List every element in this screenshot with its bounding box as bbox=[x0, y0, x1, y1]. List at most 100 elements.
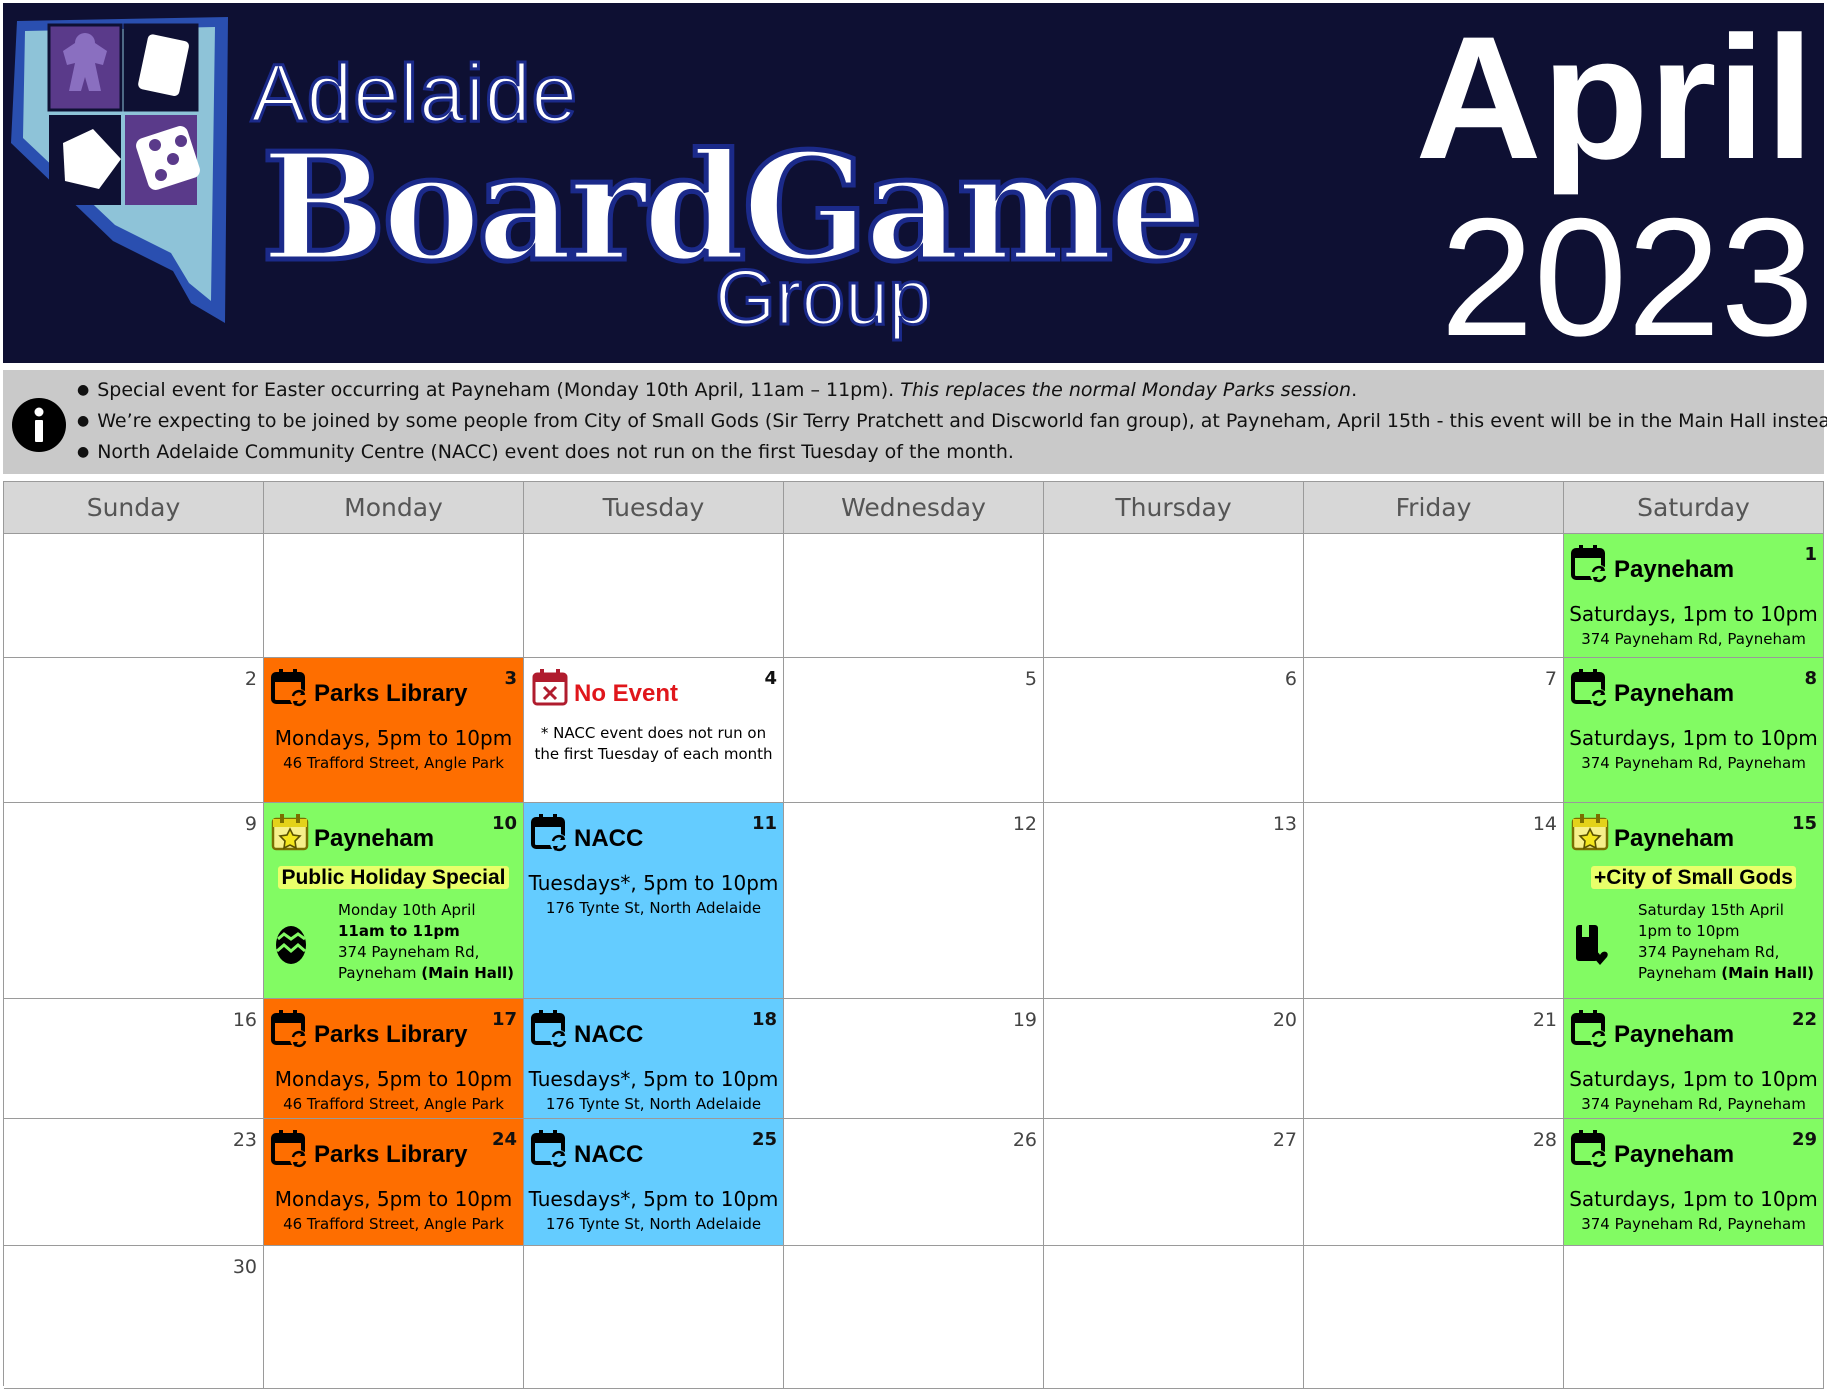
event-time: Saturdays, 1pm to 10pm bbox=[1569, 1067, 1818, 1091]
event-address: 176 Tynte St, North Adelaide bbox=[545, 1215, 762, 1233]
day-number: 27 bbox=[1272, 1129, 1297, 1151]
day-cell-8[interactable]: 8 Payneham Saturdays, 1pm to 10pm 374 Payne… bbox=[1564, 658, 1824, 803]
notice-item: We’re expecting to be joined by some peo… bbox=[77, 407, 1827, 438]
calendar-recurring-icon bbox=[530, 1129, 570, 1173]
day-cell-17[interactable]: 17 Parks Library Mondays, 5pm to 10pm 46 Tr… bbox=[264, 999, 524, 1119]
day-cell-27[interactable]: 27 bbox=[1044, 1119, 1304, 1246]
day-number: 4 bbox=[764, 668, 777, 689]
day-cell-11[interactable]: 11 NACC Tuesdays*, 5pm to 10pm 176 Tynte St… bbox=[524, 803, 784, 999]
day-cell-25[interactable]: 25 NACC Tuesdays*, 5pm to 10pm 176 Tynte St… bbox=[524, 1119, 784, 1246]
calendar-recurring-icon bbox=[270, 1129, 310, 1173]
day-number: 26 bbox=[1012, 1129, 1037, 1151]
day-cell-2[interactable]: 2 bbox=[4, 658, 264, 803]
event-time: Tuesdays*, 5pm to 10pm bbox=[528, 1187, 779, 1211]
empty-day-cell bbox=[784, 534, 1044, 658]
event-title[interactable]: Payneham bbox=[314, 825, 434, 853]
calendar-recurring-icon bbox=[1570, 1129, 1610, 1173]
calendar-recurring-icon bbox=[270, 1009, 310, 1053]
day-cell-19[interactable]: 19 bbox=[784, 999, 1044, 1119]
day-number: 2 bbox=[244, 668, 257, 690]
day-cell-16[interactable]: 16 bbox=[4, 999, 264, 1119]
notice-panel: Special event for Easter occurring at Pa… bbox=[3, 370, 1827, 474]
day-cell-9[interactable]: 9 bbox=[4, 803, 264, 999]
calendar-recurring-icon bbox=[530, 1009, 570, 1053]
event-address: 46 Trafford Street, Angle Park bbox=[283, 754, 504, 772]
day-cell-24[interactable]: 24 Parks Library Mondays, 5pm to 10pm 46 Tr… bbox=[264, 1119, 524, 1246]
month-calendar-grid: Sunday Monday Tuesday Wednesday Thursday Frid… bbox=[3, 481, 1824, 1389]
event-suburb: Payneham bbox=[1638, 964, 1717, 982]
day-cell-14[interactable]: 14 bbox=[1304, 803, 1564, 999]
day-cell-18[interactable]: 18 NACC Tuesdays*, 5pm to 10pm 176 Tynte St… bbox=[524, 999, 784, 1119]
event-title[interactable]: Payneham bbox=[1614, 556, 1734, 584]
day-cell-5[interactable]: 5 bbox=[784, 658, 1044, 803]
event-time: Saturdays, 1pm to 10pm bbox=[1569, 1187, 1818, 1211]
event-time: Saturdays, 1pm to 10pm bbox=[1569, 726, 1818, 750]
day-number: 9 bbox=[244, 813, 257, 835]
day-cell-15[interactable]: 15 Payneham +City of Small Gods Saturday 15… bbox=[1564, 803, 1824, 999]
event-date: Monday 10th April bbox=[338, 901, 476, 919]
calendar-star-icon bbox=[270, 813, 310, 857]
calendar-header: Adelaide BoardGame Group April 2023 bbox=[3, 3, 1824, 363]
day-number: 3 bbox=[504, 668, 517, 689]
special-event-label: +City of Small Gods bbox=[1591, 866, 1796, 889]
event-title[interactable]: Parks Library bbox=[314, 1021, 467, 1049]
event-time: 1pm to 10pm bbox=[1638, 922, 1740, 940]
day-cell-23[interactable]: 23 bbox=[4, 1119, 264, 1246]
day-number: 6 bbox=[1284, 668, 1297, 690]
empty-day-cell bbox=[1304, 1246, 1564, 1389]
event-note: * NACC event does not run on the first T… bbox=[534, 724, 773, 763]
event-title[interactable]: NACC bbox=[574, 1021, 643, 1049]
day-number: 5 bbox=[1024, 668, 1037, 690]
day-number: 13 bbox=[1272, 813, 1297, 835]
day-cell-22[interactable]: 22 Payneham Saturdays, 1pm to 10pm 374 Payn… bbox=[1564, 999, 1824, 1119]
event-time: Tuesdays*, 5pm to 10pm bbox=[528, 1067, 779, 1091]
day-cell-1[interactable]: 1 Payneham Saturdays, 1pm to 10pm 374 Payne… bbox=[1564, 534, 1824, 658]
calendar-recurring-icon bbox=[1570, 544, 1610, 588]
event-venue: Payneham (Main Hall) bbox=[1638, 963, 1814, 984]
calendar-cancel-icon bbox=[530, 668, 570, 712]
weekday-header-saturday: Saturday bbox=[1564, 482, 1824, 534]
event-title[interactable]: Payneham bbox=[1614, 1021, 1734, 1049]
day-cell-6[interactable]: 6 bbox=[1044, 658, 1304, 803]
notice-list: Special event for Easter occurring at Pa… bbox=[77, 376, 1827, 469]
day-number: 8 bbox=[1804, 668, 1817, 689]
day-number: 21 bbox=[1532, 1009, 1557, 1031]
day-cell-30[interactable]: 30 bbox=[4, 1246, 264, 1389]
day-cell-26[interactable]: 26 bbox=[784, 1119, 1044, 1246]
day-cell-21[interactable]: 21 bbox=[1304, 999, 1564, 1119]
day-cell-10[interactable]: 10 Payneham Public Holiday Special Monday 1… bbox=[264, 803, 524, 999]
day-cell-29[interactable]: 29 Payneham Saturdays, 1pm to 10pm 374 Payn… bbox=[1564, 1119, 1824, 1246]
event-time: Tuesdays*, 5pm to 10pm bbox=[528, 871, 779, 895]
event-address: 176 Tynte St, North Adelaide bbox=[545, 1095, 762, 1113]
day-cell-4[interactable]: 4 No Event * NACC event does not run on th… bbox=[524, 658, 784, 803]
weekday-header-monday: Monday bbox=[264, 482, 524, 534]
empty-day-cell bbox=[1564, 1246, 1824, 1389]
day-number: 20 bbox=[1272, 1009, 1297, 1031]
event-date: Saturday 15th April bbox=[1638, 901, 1784, 919]
event-time: Saturdays, 1pm to 10pm bbox=[1569, 602, 1818, 626]
day-cell-7[interactable]: 7 bbox=[1304, 658, 1564, 803]
day-number: 28 bbox=[1532, 1129, 1557, 1151]
event-title[interactable]: Payneham bbox=[1614, 1141, 1734, 1169]
book-heart-icon bbox=[1572, 921, 1610, 971]
day-cell-28[interactable]: 28 bbox=[1304, 1119, 1564, 1246]
event-title[interactable]: Payneham bbox=[1614, 825, 1734, 853]
day-number: 25 bbox=[751, 1129, 777, 1150]
event-title[interactable]: NACC bbox=[574, 1141, 643, 1169]
easter-egg-icon bbox=[272, 921, 310, 971]
day-cell-13[interactable]: 13 bbox=[1044, 803, 1304, 999]
event-title[interactable]: Parks Library bbox=[314, 1141, 467, 1169]
event-time: 11am to 11pm bbox=[338, 922, 460, 940]
event-title[interactable]: Payneham bbox=[1614, 680, 1734, 708]
event-address: 374 Payneham Rd, Payneham bbox=[1581, 630, 1806, 648]
day-cell-12[interactable]: 12 bbox=[784, 803, 1044, 999]
day-cell-3[interactable]: 3 Parks Library Mondays, 5pm to 10pm 46 Tra… bbox=[264, 658, 524, 803]
meeple-logo-icon bbox=[11, 17, 228, 323]
calendar-recurring-icon bbox=[270, 668, 310, 712]
event-title[interactable]: No Event bbox=[574, 680, 678, 708]
special-event-label: Public Holiday Special bbox=[278, 866, 509, 889]
day-cell-20[interactable]: 20 bbox=[1044, 999, 1304, 1119]
event-title[interactable]: NACC bbox=[574, 825, 643, 853]
weekday-header-thursday: Thursday bbox=[1044, 482, 1304, 534]
event-title[interactable]: Parks Library bbox=[314, 680, 467, 708]
